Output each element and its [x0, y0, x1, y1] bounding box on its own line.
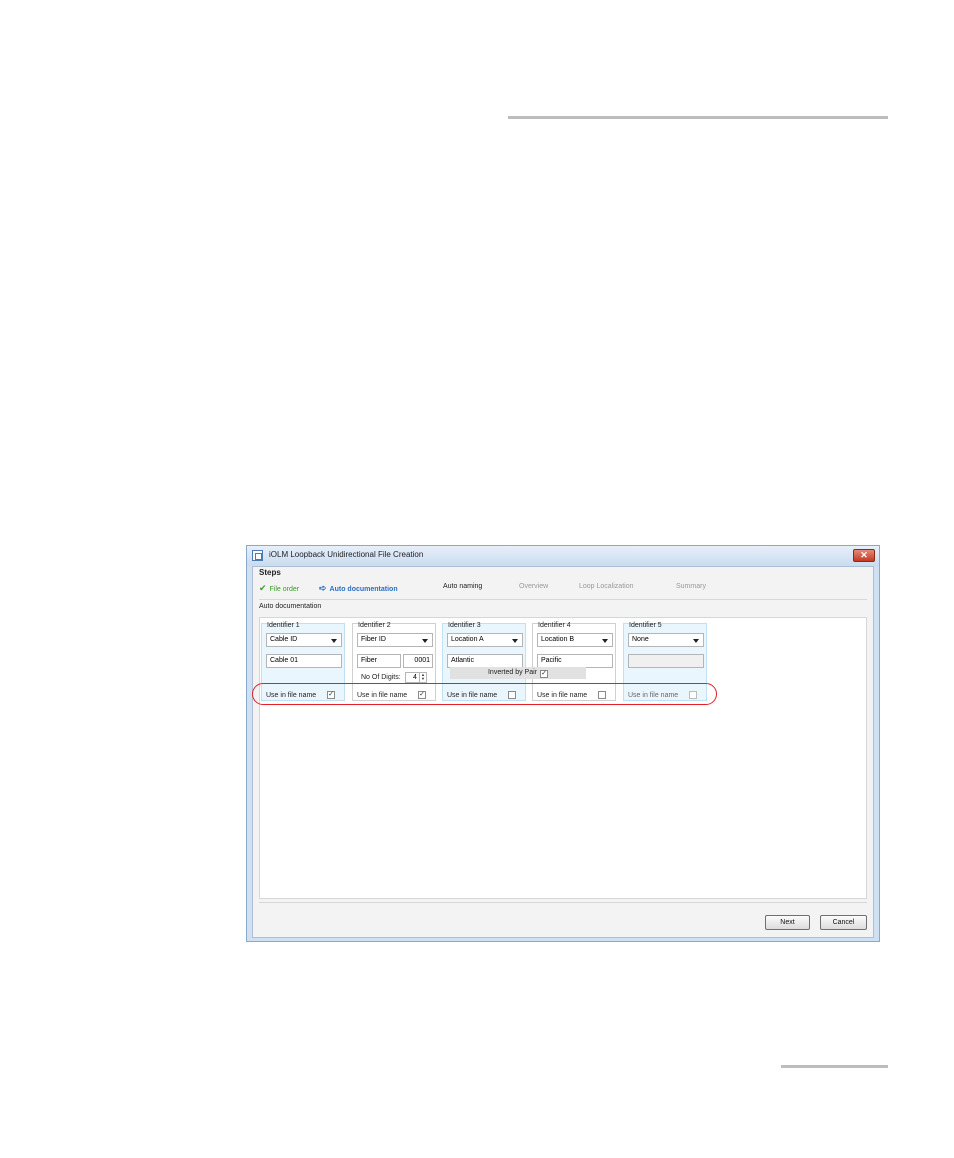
use-in-file-name-highlight [252, 683, 717, 705]
identifier-1-dropdown[interactable]: Cable ID [266, 633, 342, 647]
step-auto-documentation[interactable]: ➪ Auto documentation [319, 583, 398, 594]
digits-stepper[interactable]: 4 ▲ ▼ [405, 672, 427, 683]
identifier-4-dropdown[interactable]: Location B [537, 633, 613, 647]
identifiers-panel: Identifier 1 Cable ID Cable 01 Use in fi… [253, 617, 875, 906]
identifier-3-legend: Identifier 3 [448, 622, 481, 629]
chevron-down-icon [422, 639, 428, 643]
close-button[interactable]: ✕ [853, 549, 875, 562]
chevron-down-icon [512, 639, 518, 643]
footer-rule [781, 1065, 888, 1068]
identifier-5-value-field [628, 654, 704, 668]
arrow-right-icon: ➪ [319, 583, 327, 593]
identifier-1-value-field[interactable]: Cable 01 [266, 654, 342, 668]
identifiers-area: Identifier 1 Cable ID Cable 01 Use in fi… [259, 617, 867, 899]
step-loop-localization: Loop Localization [579, 583, 634, 590]
step-summary: Summary [676, 583, 706, 590]
window-title: iOLM Loopback Unidirectional File Creati… [269, 550, 424, 559]
title-bar[interactable]: iOLM Loopback Unidirectional File Creati… [247, 546, 879, 566]
steps-divider [259, 599, 867, 600]
identifier-4-value-field[interactable]: Pacific [537, 654, 613, 668]
inverted-by-pair-checkbox[interactable]: ✓ [540, 670, 549, 678]
step-file-order[interactable]: ✔ File order [259, 583, 299, 594]
identifier-2-value-field[interactable]: Fiber [357, 654, 401, 668]
cancel-button[interactable]: Cancel [820, 915, 867, 930]
check-icon: ✔ [259, 583, 267, 593]
identifier-1-legend: Identifier 1 [267, 622, 300, 629]
next-button[interactable]: Next [765, 915, 810, 930]
identifier-2-legend: Identifier 2 [358, 622, 391, 629]
stepper-arrows-icon[interactable]: ▲ ▼ [419, 673, 426, 682]
footer-divider [259, 902, 867, 903]
digits-label: No Of Digits: [361, 674, 401, 681]
section-label: Auto documentation [259, 603, 322, 610]
identifier-3-dropdown[interactable]: Location A [447, 633, 523, 647]
inverted-by-pair-row[interactable]: Inverted by Pair ✓ [450, 667, 586, 679]
identifier-4-legend: Identifier 4 [538, 622, 571, 629]
dialog-client: Steps ✔ File order ➪ Auto documentation Au… [252, 566, 874, 938]
identifier-3-value-field[interactable]: Atlantic [447, 654, 523, 668]
steps-label: Steps [259, 568, 281, 577]
step-auto-naming[interactable]: Auto naming [443, 583, 482, 590]
chevron-down-icon [602, 639, 608, 643]
chevron-down-icon [331, 639, 337, 643]
identifier-5-dropdown[interactable]: None [628, 633, 704, 647]
step-overview: Overview [519, 583, 549, 590]
identifier-2-dropdown[interactable]: Fiber ID [357, 633, 433, 647]
header-rule [508, 116, 888, 119]
identifier-2-number-field[interactable]: 0001 [403, 654, 433, 668]
dialog-window: iOLM Loopback Unidirectional File Creati… [246, 545, 880, 942]
identifier-5-legend: Identifier 5 [629, 622, 662, 629]
app-icon [252, 550, 263, 561]
chevron-down-icon [693, 639, 699, 643]
inverted-by-pair-label: Inverted by Pair [487, 669, 538, 676]
